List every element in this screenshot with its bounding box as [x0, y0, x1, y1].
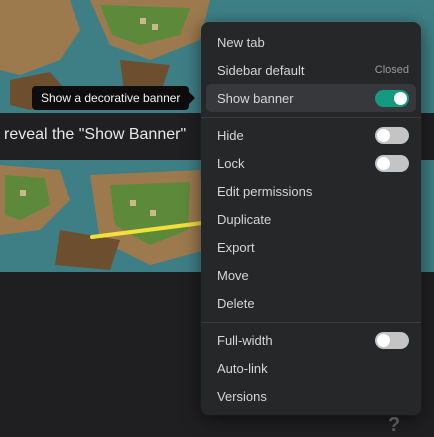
toggle-knob: [394, 92, 407, 105]
menu-item-new-tab[interactable]: New tab: [206, 28, 416, 56]
sidebar-default-value: Closed: [374, 64, 409, 76]
menu-item-label: Hide: [217, 128, 244, 143]
menu-item-move[interactable]: Move: [206, 261, 416, 289]
hide-toggle[interactable]: [375, 127, 409, 144]
menu-item-label: Auto-link: [217, 361, 268, 376]
menu-item-delete[interactable]: Delete: [206, 289, 416, 317]
show-banner-tooltip: Show a decorative banner: [32, 86, 196, 110]
menu-item-duplicate[interactable]: Duplicate: [206, 205, 416, 233]
menu-item-label: Show banner: [217, 91, 294, 106]
menu-divider: [201, 322, 421, 323]
menu-item-label: Edit permissions: [217, 184, 313, 199]
menu-item-label: Sidebar default: [217, 63, 305, 78]
full-width-toggle[interactable]: [375, 332, 409, 349]
menu-item-lock[interactable]: Lock: [206, 149, 416, 177]
menu-item-label: Full-width: [217, 333, 273, 348]
page-caption: reveal the "Show Banner": [4, 126, 187, 143]
lock-toggle[interactable]: [375, 155, 409, 172]
menu-item-label: Lock: [217, 156, 245, 171]
menu-item-auto-link[interactable]: Auto-link: [206, 354, 416, 382]
show-banner-toggle[interactable]: [375, 90, 409, 107]
menu-item-label: New tab: [217, 35, 265, 50]
help-icon[interactable]: ?: [388, 414, 400, 437]
menu-item-label: Versions: [217, 389, 267, 404]
menu-item-label: Export: [217, 240, 255, 255]
menu-item-label: Delete: [217, 296, 255, 311]
page-options-menu: New tab Sidebar default Closed Show bann…: [201, 22, 421, 415]
menu-divider: [201, 117, 421, 118]
menu-item-label: Duplicate: [217, 212, 272, 227]
menu-item-sidebar-default[interactable]: Sidebar default Closed: [206, 56, 416, 84]
toggle-knob: [377, 157, 390, 170]
menu-item-show-banner[interactable]: Show banner: [206, 84, 416, 112]
menu-item-export[interactable]: Export: [206, 233, 416, 261]
menu-item-edit-permissions[interactable]: Edit permissions: [206, 177, 416, 205]
toggle-knob: [377, 129, 390, 142]
menu-item-hide[interactable]: Hide: [206, 121, 416, 149]
menu-item-versions[interactable]: Versions: [206, 382, 416, 410]
toggle-knob: [377, 334, 390, 347]
menu-item-full-width[interactable]: Full-width: [206, 326, 416, 354]
menu-item-label: Move: [217, 268, 249, 283]
